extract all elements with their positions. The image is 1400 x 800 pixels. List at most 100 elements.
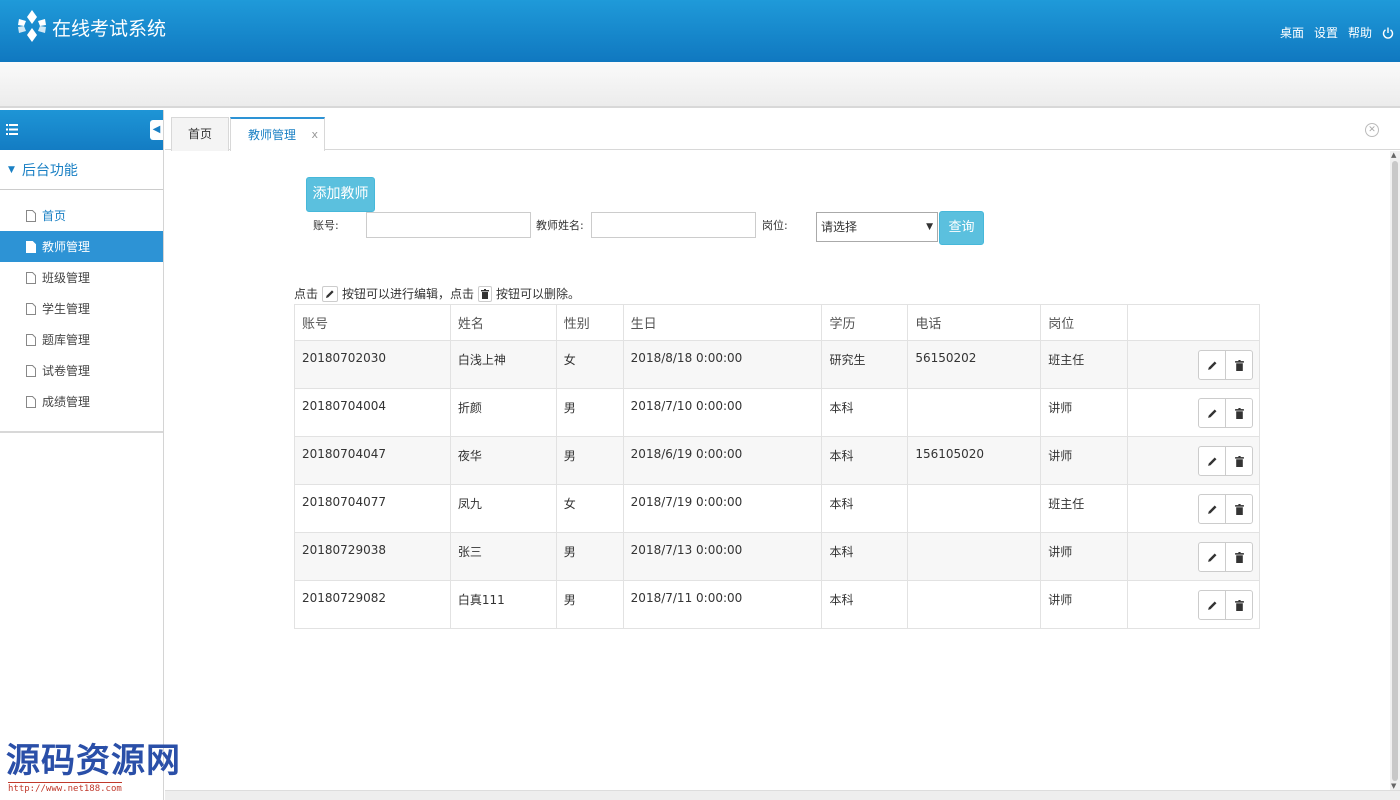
scrollbar-thumb[interactable] xyxy=(1392,161,1398,781)
edit-button[interactable] xyxy=(1198,494,1226,524)
cell-phone: 56150202 xyxy=(907,340,1042,389)
delete-button[interactable] xyxy=(1225,446,1253,476)
edit-button[interactable] xyxy=(1198,350,1226,380)
delete-button[interactable] xyxy=(1225,398,1253,428)
sidebar-item-home[interactable]: 首页 xyxy=(0,200,163,231)
table-row: 20180729038 张三男 2018/7/13 0:00:00 本科 讲师 xyxy=(294,532,1260,581)
sidebar-section-label: 后台功能 xyxy=(21,162,78,179)
cell-phone: 156105020 xyxy=(907,436,1042,485)
cell-operations xyxy=(1127,436,1260,485)
desktop-link[interactable]: 桌面 xyxy=(1280,24,1304,41)
cell-position: 班主任 xyxy=(1040,340,1129,389)
delete-button[interactable] xyxy=(1225,542,1253,572)
column-header-position[interactable]: 岗位 xyxy=(1040,304,1129,341)
cell-birthday: 2018/7/13 0:00:00 xyxy=(622,532,823,581)
sidebar-item-teacher-management[interactable]: 教师管理 xyxy=(0,231,163,262)
close-all-tabs-icon[interactable]: ✕ xyxy=(1365,123,1379,137)
query-button[interactable]: 查询 xyxy=(939,211,984,245)
column-header-operations xyxy=(1127,304,1260,341)
cell-gender: 男 xyxy=(555,388,624,437)
pencil-icon xyxy=(1207,409,1216,418)
tab-label: 教师管理 xyxy=(248,128,297,142)
cell-gender: 男 xyxy=(555,580,624,629)
cell-education: 本科 xyxy=(821,484,909,533)
column-header-phone[interactable]: 电话 xyxy=(907,304,1042,341)
edit-button[interactable] xyxy=(1198,542,1226,572)
document-icon xyxy=(26,395,36,408)
sidebar-item-label: 班级管理 xyxy=(42,271,91,285)
cell-operations xyxy=(1127,388,1260,437)
edit-button[interactable] xyxy=(1198,398,1226,428)
column-header-education[interactable]: 学历 xyxy=(821,304,909,341)
cell-education: 本科 xyxy=(821,388,909,437)
cell-operations xyxy=(1127,532,1260,581)
edit-button[interactable] xyxy=(1198,446,1226,476)
tab-close-icon[interactable]: x xyxy=(311,119,318,151)
pencil-icon xyxy=(1207,553,1216,562)
account-input[interactable] xyxy=(366,212,531,238)
pencil-icon xyxy=(322,285,339,302)
list-icon[interactable] xyxy=(6,124,18,135)
pencil-icon xyxy=(1207,457,1216,466)
sidebar-item-question-bank[interactable]: 题库管理 xyxy=(0,324,163,355)
trash-icon xyxy=(1234,359,1244,371)
cell-name: 白真111 xyxy=(449,580,557,629)
trash-icon xyxy=(1234,455,1244,467)
scroll-up-icon[interactable]: ▲ xyxy=(1391,151,1396,159)
cell-education: 本科 xyxy=(821,580,909,629)
cell-account: 20180704047 xyxy=(294,436,451,485)
sidebar-item-grades[interactable]: 成绩管理 xyxy=(0,386,163,417)
column-header-birthday[interactable]: 生日 xyxy=(622,304,823,341)
cell-gender: 男 xyxy=(555,436,624,485)
scroll-down-icon[interactable]: ▼ xyxy=(1391,782,1396,790)
teacher-name-input[interactable] xyxy=(591,212,756,238)
cell-account: 20180729082 xyxy=(294,580,451,629)
cell-position: 班主任 xyxy=(1040,484,1129,533)
cell-account: 20180702030 xyxy=(294,340,451,389)
column-header-gender[interactable]: 性别 xyxy=(555,304,624,341)
sidebar-collapse-button[interactable]: ◀ xyxy=(150,120,163,140)
column-header-account[interactable]: 账号 xyxy=(294,304,451,341)
delete-button[interactable] xyxy=(1225,494,1253,524)
cell-phone xyxy=(907,388,1042,437)
delete-button[interactable] xyxy=(1225,350,1253,380)
document-icon xyxy=(26,240,36,253)
edit-button[interactable] xyxy=(1198,590,1226,620)
cell-name: 夜华 xyxy=(449,436,557,485)
top-links: 桌面 设置 帮助 xyxy=(1280,24,1394,41)
vertical-scrollbar[interactable]: ▲ ▼ xyxy=(1390,151,1400,790)
tab-home[interactable]: 首页 xyxy=(171,117,229,151)
delete-button[interactable] xyxy=(1225,590,1253,620)
bottom-bar xyxy=(165,790,1400,800)
document-icon xyxy=(26,333,36,346)
caret-down-icon: ▼ xyxy=(8,164,15,175)
sidebar-nav: 首页 教师管理 班级管理 学生管理 题库管理 试卷管理 成绩管理 xyxy=(0,190,163,433)
table-header-row: 账号 姓名 性别 生日 学历 电话 岗位 xyxy=(294,304,1260,341)
cell-birthday: 2018/7/10 0:00:00 xyxy=(622,388,823,437)
sidebar-item-student-management[interactable]: 学生管理 xyxy=(0,293,163,324)
sidebar-item-class-management[interactable]: 班级管理 xyxy=(0,262,163,293)
column-header-name[interactable]: 姓名 xyxy=(449,304,557,341)
cell-position: 讲师 xyxy=(1040,580,1129,629)
sidebar-section-header[interactable]: ▼ 后台功能 xyxy=(0,150,163,190)
settings-link[interactable]: 设置 xyxy=(1314,24,1338,41)
cell-name: 凤九 xyxy=(449,484,557,533)
pencil-icon xyxy=(1207,361,1216,370)
hint-text-1: 点击 xyxy=(294,287,319,301)
cell-education: 研究生 xyxy=(821,340,909,389)
trash-icon xyxy=(1234,503,1244,515)
position-select[interactable]: 请选择 ▼ xyxy=(816,212,938,242)
top-header: 在线考试系统 桌面 设置 帮助 xyxy=(0,0,1400,62)
cell-position: 讲师 xyxy=(1040,388,1129,437)
watermark-url: http://www.net188.com xyxy=(8,782,122,794)
cell-phone xyxy=(907,484,1042,533)
sidebar-item-label: 教师管理 xyxy=(42,240,91,254)
cell-birthday: 2018/7/19 0:00:00 xyxy=(622,484,823,533)
hint-text-2: 按钮可以进行编辑，点击 xyxy=(342,287,475,301)
operation-hint: 点击 按钮可以进行编辑，点击 按钮可以删除。 xyxy=(294,285,580,302)
help-link[interactable]: 帮助 xyxy=(1348,24,1372,41)
sidebar-item-exam-papers[interactable]: 试卷管理 xyxy=(0,355,163,386)
power-icon[interactable] xyxy=(1382,27,1394,39)
tab-teacher-management[interactable]: 教师管理 x xyxy=(230,117,325,151)
add-teacher-button[interactable]: 添加教师 xyxy=(306,177,375,212)
